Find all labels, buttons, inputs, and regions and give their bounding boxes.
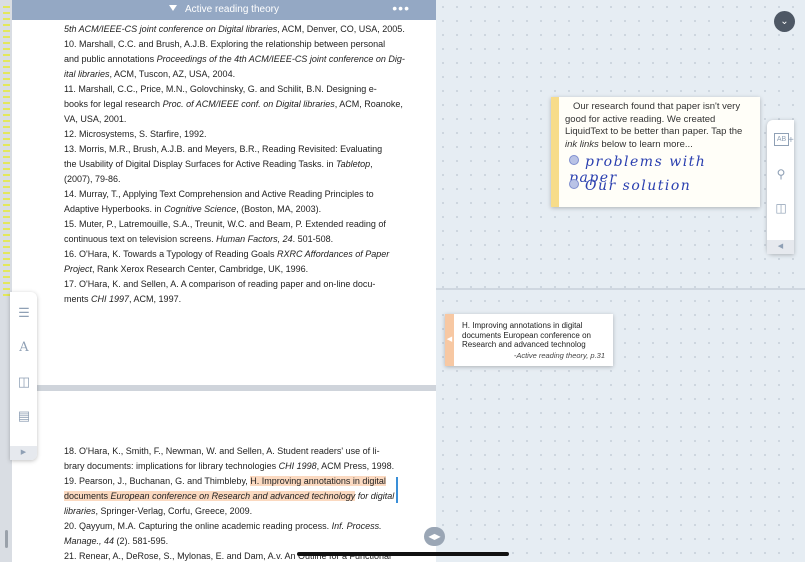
reference-item: 14. Murray, T., Applying Text Comprehens… xyxy=(64,189,374,214)
reference-item: 5th ACM/IEEE-CS joint conference on Digi… xyxy=(64,24,405,34)
page-marker xyxy=(3,60,10,62)
chevron-down-icon[interactable]: ⌄ xyxy=(774,11,795,32)
reference-19: 19. Pearson, J., Buchanan, G. and Thimbl… xyxy=(64,476,395,516)
reference-item: 17. O'Hara, K. and Sellen, A. A comparis… xyxy=(64,279,376,304)
page-marker xyxy=(3,54,10,56)
page-marker xyxy=(3,114,10,116)
page-marker xyxy=(3,180,10,182)
page-marker xyxy=(3,174,10,176)
page-marker xyxy=(3,144,10,146)
reference-item: 16. O'Hara, K. Towards a Typology of Rea… xyxy=(64,249,390,274)
highlighted-text[interactable]: documents European conference on Researc… xyxy=(64,491,356,501)
chevron-left-icon[interactable]: ◀ xyxy=(767,240,794,254)
excerpt-text: H. Improving annotations in digital docu… xyxy=(462,321,591,349)
add-page-icon[interactable]: ◫ xyxy=(772,199,790,217)
page-marker xyxy=(3,72,10,74)
list-collapse-icon[interactable]: ☰ xyxy=(15,304,33,322)
page-marker xyxy=(3,210,10,212)
page-marker xyxy=(3,282,10,284)
add-comment-icon[interactable]: ▤ xyxy=(15,407,33,425)
document-pane[interactable]: Active reading theory ••• 5th ACM/IEEE-C… xyxy=(12,0,436,562)
page-marker xyxy=(3,156,10,158)
font-icon[interactable]: A xyxy=(15,339,33,357)
page-marker xyxy=(3,18,10,20)
page-marker xyxy=(3,168,10,170)
page-marker xyxy=(3,6,10,8)
excerpt-link-tab[interactable]: ◀ xyxy=(445,314,454,366)
more-options-button[interactable]: ••• xyxy=(392,0,410,20)
page-marker xyxy=(3,30,10,32)
ab-text-icon[interactable]: AB xyxy=(774,133,789,146)
page-marker xyxy=(3,78,10,80)
page-divider xyxy=(24,385,436,391)
chevron-right-icon[interactable]: ▶ xyxy=(10,446,37,460)
page-marker xyxy=(3,270,10,272)
page-marker xyxy=(3,66,10,68)
page-marker xyxy=(3,222,10,224)
document-header[interactable]: Active reading theory ••• xyxy=(12,0,436,20)
pane-resize-handle[interactable]: ◀▶ xyxy=(424,527,445,546)
page-marker xyxy=(3,108,10,110)
add-page-icon[interactable]: ◫ xyxy=(15,373,33,391)
ink-link-dot-icon xyxy=(569,179,579,189)
page-marker xyxy=(3,162,10,164)
page-marker xyxy=(3,234,10,236)
page-marker xyxy=(3,90,10,92)
text-selection-cursor[interactable] xyxy=(396,477,398,503)
page-marker xyxy=(3,186,10,188)
page-marker xyxy=(3,84,10,86)
ink-link-dot-icon xyxy=(569,155,579,165)
ink-link-solution[interactable]: Our solution xyxy=(569,178,691,194)
page-marker xyxy=(3,258,10,260)
page-marker xyxy=(3,12,10,14)
reference-18: 18. O'Hara, K., Smith, F., Newman, W. an… xyxy=(64,446,395,471)
note-card[interactable]: Our research found that paper isn't very… xyxy=(551,97,760,207)
page-marker xyxy=(3,216,10,218)
page-marker xyxy=(3,252,10,254)
document-title: Active reading theory xyxy=(185,4,279,15)
reference-item: 15. Muter, P., Latremouille, S.A., Treun… xyxy=(64,219,386,244)
page-marker xyxy=(3,228,10,230)
page-marker xyxy=(3,126,10,128)
reference-item: 10. Marshall, C.C. and Brush, A.J.B. Exp… xyxy=(64,39,405,79)
workspace[interactable] xyxy=(436,0,805,562)
workspace-divider xyxy=(436,288,805,290)
page-marker xyxy=(3,48,10,50)
highlighted-text[interactable]: H. Improving annotations in digital xyxy=(250,476,386,486)
zoom-out-icon[interactable]: ⚲ xyxy=(772,165,790,183)
excerpt-source[interactable]: -Active reading theory, p.31 xyxy=(514,351,605,360)
page-marker xyxy=(3,120,10,122)
page-marker xyxy=(3,132,10,134)
plus-icon: + xyxy=(788,135,794,146)
page-marker xyxy=(3,96,10,98)
page-marker xyxy=(3,240,10,242)
page-marker xyxy=(3,288,10,290)
page-marker xyxy=(3,294,10,296)
page-marker xyxy=(3,24,10,26)
page-marker xyxy=(3,192,10,194)
reference-20: 20. Qayyum, M.A. Capturing the online ac… xyxy=(64,521,382,546)
page-marker xyxy=(3,204,10,206)
page-marker xyxy=(3,138,10,140)
reference-item: 11. Marshall, C.C., Price, M.N., Golovch… xyxy=(64,84,403,124)
document-toolbar: ☰ A ◫ ▤ ▶ xyxy=(10,292,37,460)
page-marker xyxy=(3,246,10,248)
page-marker xyxy=(3,42,10,44)
triangle-down-icon xyxy=(169,5,178,11)
page-marker xyxy=(3,276,10,278)
page-marker xyxy=(3,198,10,200)
document-title-dropdown[interactable]: Active reading theory xyxy=(12,0,436,20)
home-indicator[interactable] xyxy=(297,552,509,556)
reference-item: 13. Morris, M.R., Brush, A.J.B. and Meye… xyxy=(64,144,383,184)
page-marker xyxy=(3,102,10,104)
reference-item: 12. Microsystems, S. Starfire, 1992. xyxy=(64,129,207,139)
excerpt-card[interactable]: ◀ H. Improving annotations in digital do… xyxy=(445,314,613,366)
page-marker xyxy=(3,36,10,38)
page-marker xyxy=(3,150,10,152)
note-card-tab[interactable] xyxy=(551,97,559,207)
page-marker xyxy=(3,264,10,266)
strip-scroll-indicator[interactable] xyxy=(5,530,8,548)
note-text: Our research found that paper isn't very… xyxy=(565,101,743,150)
